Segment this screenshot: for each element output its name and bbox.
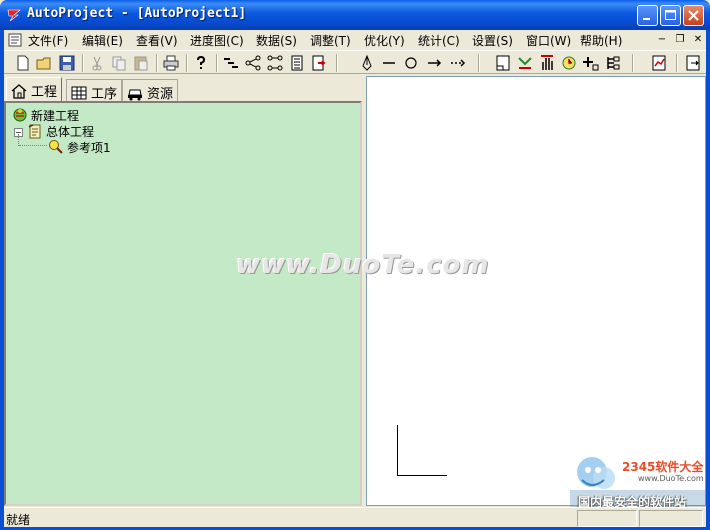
menu-window[interactable]: 窗口(W) — [526, 32, 571, 49]
menu-optimize[interactable]: 优化(Y) — [364, 32, 405, 49]
project-tree[interactable]: 新建工程 − 总体工程 参考项1 — [4, 101, 362, 506]
status-text: 就绪 — [6, 513, 31, 527]
grid-icon — [71, 86, 87, 100]
menu-statistics[interactable]: 统计(C) — [418, 32, 460, 49]
menu-view[interactable]: 查看(V) — [136, 32, 178, 49]
car-icon — [128, 89, 142, 101]
tab-resources[interactable]: 资源 — [122, 79, 179, 102]
print-icon[interactable] — [162, 54, 180, 72]
tree-item-label: 总体工程 — [46, 125, 95, 139]
close-button[interactable] — [683, 5, 704, 26]
status-bar: 就绪 — [4, 507, 706, 527]
project-explorer-pane: 工程 工序 资源 新建工程 − 总体工程 参考项1 — [4, 76, 362, 506]
calculator-icon[interactable] — [288, 54, 306, 72]
menu-help[interactable]: 帮助(H) — [580, 32, 622, 49]
axis-horizontal — [397, 475, 447, 476]
pen-icon[interactable] — [358, 54, 376, 72]
document-icon[interactable] — [7, 32, 23, 48]
mdi-restore-button[interactable]: ❐ — [672, 33, 688, 47]
tab-project[interactable]: 工程 — [6, 77, 63, 102]
explorer-tabs: 工程 工序 资源 — [4, 76, 362, 102]
tree-item-reference[interactable]: 参考项1 — [48, 139, 111, 156]
menu-edit[interactable]: 编辑(E) — [82, 32, 123, 49]
toolbar-separator — [156, 54, 158, 72]
mdi-close-button[interactable]: ✕ — [690, 33, 706, 47]
cut-icon[interactable] — [88, 54, 106, 72]
menu-file[interactable]: 文件(F) — [28, 32, 68, 49]
status-panel — [577, 510, 637, 527]
title-bar[interactable]: AutoProject - [AutoProject1] — [0, 0, 710, 30]
toolbar-separator — [186, 54, 188, 72]
save-icon[interactable] — [58, 54, 76, 72]
copy-icon[interactable] — [110, 54, 128, 72]
axis-vertical — [397, 425, 398, 475]
tab-label: 资源 — [147, 87, 174, 102]
toolbar — [4, 50, 706, 74]
diagram-canvas[interactable] — [366, 76, 706, 506]
sort-icon[interactable] — [516, 54, 534, 72]
window-title: AutoProject - [AutoProject1] — [27, 6, 247, 21]
arrow-icon[interactable] — [426, 54, 444, 72]
maximize-icon — [665, 10, 676, 20]
tree-item-label: 参考项1 — [67, 141, 111, 155]
toolbar-separator — [336, 54, 338, 72]
toolbar-separator — [632, 54, 634, 72]
add-node-icon[interactable] — [582, 54, 600, 72]
menu-progress-chart[interactable]: 进度图(C) — [190, 32, 244, 49]
tab-label: 工程 — [31, 85, 58, 100]
corner-brand: 2345软件大全 — [622, 460, 704, 474]
tree-item-new-project[interactable]: 新建工程 — [12, 107, 79, 124]
report-icon[interactable] — [650, 54, 668, 72]
dashed-arrow-icon[interactable] — [450, 54, 468, 72]
toolbar-separator — [216, 54, 218, 72]
new-file-icon[interactable] — [14, 54, 32, 72]
toolbar-separator — [478, 54, 480, 72]
tree-connector — [19, 145, 47, 146]
paste-icon[interactable] — [132, 54, 150, 72]
menu-data[interactable]: 数据(S) — [256, 32, 297, 49]
tree-item-label: 新建工程 — [31, 109, 80, 123]
line-icon[interactable] — [380, 54, 398, 72]
node-graph-icon[interactable] — [266, 54, 284, 72]
page-icon[interactable] — [494, 54, 512, 72]
menu-bar: 文件(F) 编辑(E) 查看(V) 进度图(C) 数据(S) 调整(T) 优化(… — [4, 30, 706, 50]
corner-url: www.DuoTe.com — [638, 474, 704, 483]
gantt-icon[interactable] — [222, 54, 240, 72]
task-group-icon — [28, 124, 41, 139]
minimize-icon — [643, 18, 650, 20]
tab-process[interactable]: 工序 — [66, 79, 123, 102]
app-icon — [7, 9, 21, 22]
clock-icon[interactable] — [560, 54, 578, 72]
help-icon[interactable] — [192, 54, 210, 72]
window-frame-right — [706, 30, 710, 530]
exit-icon[interactable] — [684, 54, 702, 72]
tree-item-overall-project[interactable]: − 总体工程 — [14, 123, 94, 140]
search-icon — [49, 140, 63, 154]
close-icon — [688, 10, 699, 21]
menu-settings[interactable]: 设置(S) — [472, 32, 513, 49]
tab-label: 工序 — [91, 87, 118, 102]
status-panel — [639, 510, 703, 527]
house-icon — [11, 84, 27, 99]
toolbar-separator — [82, 54, 84, 72]
network-icon[interactable] — [244, 54, 262, 72]
export-icon[interactable] — [310, 54, 328, 72]
project-root-icon — [13, 108, 27, 122]
maximize-button[interactable] — [660, 5, 681, 26]
circle-icon[interactable] — [402, 54, 420, 72]
toolbar-separator — [676, 54, 678, 72]
mdi-minimize-button[interactable]: − — [654, 33, 670, 47]
menu-adjust[interactable]: 调整(T) — [310, 32, 351, 49]
hand-icon[interactable] — [538, 54, 556, 72]
minimize-button[interactable] — [637, 5, 658, 26]
open-folder-icon[interactable] — [36, 54, 54, 72]
hierarchy-icon[interactable] — [604, 54, 622, 72]
